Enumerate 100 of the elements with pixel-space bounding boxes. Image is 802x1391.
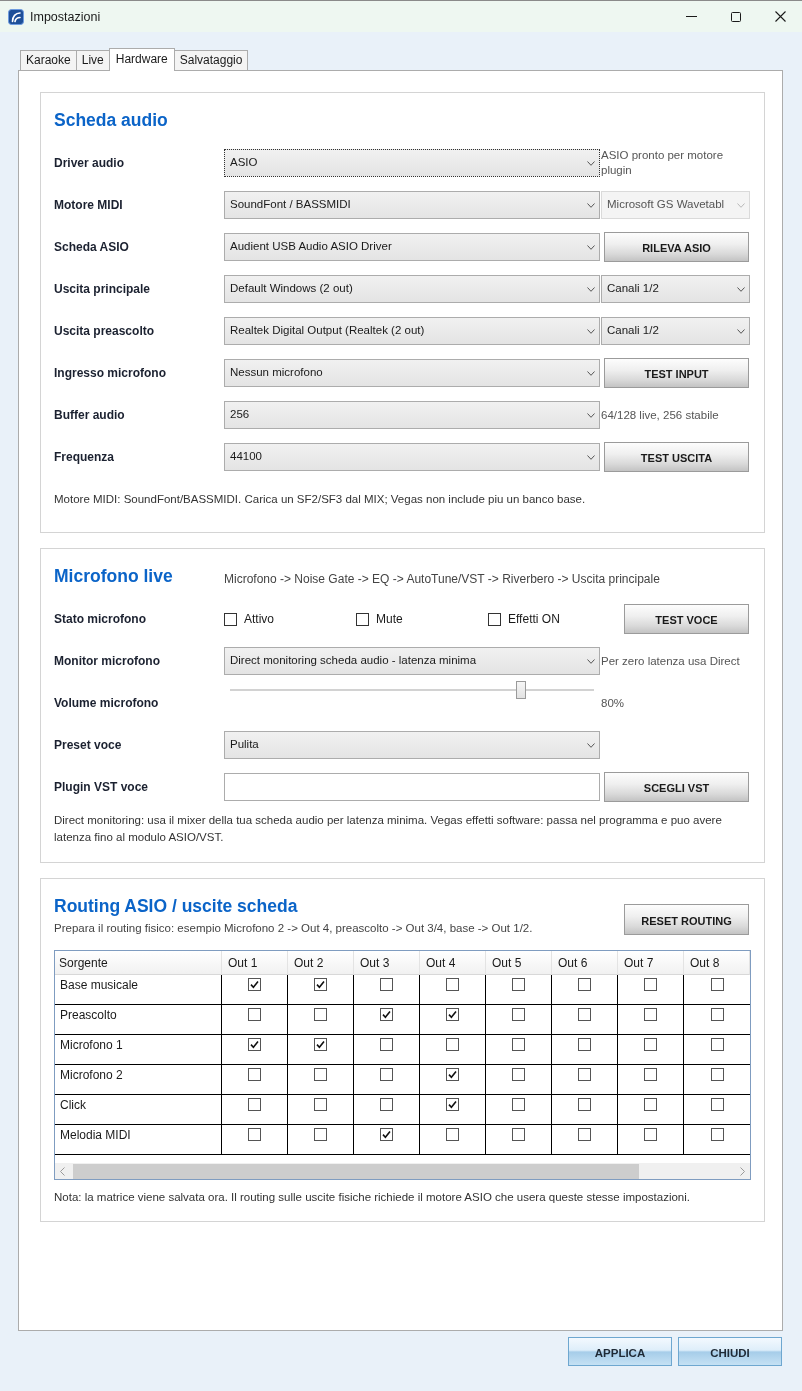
checkbox[interactable] [710, 978, 724, 991]
chevron-down-icon [737, 202, 745, 208]
checkbox[interactable] [644, 1068, 657, 1081]
checkbox[interactable] [314, 1128, 327, 1141]
dropdown[interactable]: Canali 1/2 [601, 275, 750, 303]
checkbox[interactable] [578, 1068, 591, 1081]
slider-thumb[interactable] [516, 681, 527, 699]
action-button[interactable]: SCEGLI VST [604, 772, 749, 802]
action-button[interactable]: TEST USCITA [604, 442, 749, 472]
checkbox[interactable] [710, 1068, 724, 1081]
checkbox[interactable] [446, 1008, 459, 1021]
chevron-down-icon [587, 202, 595, 208]
input-field[interactable] [224, 773, 600, 801]
column-header: Out 5 [486, 951, 552, 975]
chevron-down-icon [587, 160, 595, 166]
dialog-button[interactable]: APPLICA [568, 1337, 672, 1366]
checkbox-label[interactable]: Mute [376, 612, 403, 626]
checkbox[interactable] [578, 1038, 591, 1051]
checkbox[interactable] [224, 612, 237, 626]
info-text: Motore MIDI: SoundFont/BASSMIDI. Carica un SF2/SF3 dal MIX; Vegas non include piu un banco base. [54, 492, 586, 507]
hint-text: ASIO pronto per motore plugin [600, 148, 725, 178]
dropdown[interactable]: Realtek Digital Output (Realtek (2 out) [224, 317, 600, 345]
checkbox[interactable] [512, 1128, 525, 1141]
field-label: Ingresso microfono [54, 366, 166, 380]
field-label: Driver audio [54, 156, 125, 170]
checkbox[interactable] [578, 978, 591, 991]
checkbox[interactable] [248, 1038, 261, 1051]
checkbox-label[interactable]: Attivo [244, 612, 274, 626]
checkbox[interactable] [380, 978, 393, 991]
tab[interactable]: Karaoke [20, 50, 77, 70]
action-button[interactable]: TEST VOCE [624, 604, 749, 634]
dropdown[interactable]: Pulita [224, 731, 600, 759]
dropdown[interactable]: 44100 [224, 443, 600, 471]
close-icon[interactable] [775, 11, 786, 22]
column-header: Out 1 [222, 951, 288, 975]
checkbox[interactable] [578, 1008, 591, 1021]
checkbox[interactable] [710, 1128, 724, 1141]
checkbox[interactable] [248, 1128, 261, 1141]
checkbox[interactable] [380, 1128, 393, 1141]
checkbox[interactable] [314, 1038, 327, 1051]
scrollbar-thumb[interactable] [73, 1163, 639, 1179]
chevron-down-icon [737, 328, 745, 334]
checkbox[interactable] [380, 1008, 393, 1021]
checkbox[interactable] [380, 1068, 393, 1081]
maximize-icon[interactable] [731, 11, 741, 22]
column-header: Out 4 [420, 951, 486, 975]
checkbox[interactable] [314, 1008, 327, 1021]
dropdown[interactable]: 256 [224, 401, 600, 429]
checkbox[interactable] [248, 1068, 261, 1081]
checkbox-label[interactable]: Effetti ON [508, 612, 560, 626]
checkbox[interactable] [380, 1098, 393, 1111]
checkbox[interactable] [710, 1098, 724, 1111]
checkbox[interactable] [446, 1098, 459, 1111]
app-logo-icon [8, 8, 24, 25]
checkbox[interactable] [314, 978, 327, 991]
checkbox[interactable] [248, 978, 261, 991]
tab[interactable]: Live [75, 50, 110, 70]
checkbox[interactable] [380, 1038, 393, 1051]
hint-text: Per zero latenza usa Direct [600, 653, 740, 669]
checkbox[interactable] [710, 1008, 724, 1021]
reset-routing-button[interactable]: RESET ROUTING [624, 904, 749, 935]
tab[interactable]: Salvataggio [173, 50, 249, 70]
dropdown[interactable]: Canali 1/2 [601, 317, 750, 345]
dialog-button[interactable]: CHIUDI [678, 1337, 782, 1366]
checkbox[interactable] [248, 1098, 261, 1111]
checkbox[interactable] [644, 1038, 657, 1051]
checkbox[interactable] [512, 1008, 525, 1021]
checkbox[interactable] [644, 978, 657, 991]
checkbox[interactable] [710, 1038, 724, 1051]
checkbox[interactable] [512, 1068, 525, 1081]
checkbox[interactable] [578, 1098, 591, 1111]
checkbox[interactable] [488, 612, 501, 626]
action-button[interactable]: RILEVA ASIO [604, 232, 749, 262]
checkbox[interactable] [248, 1008, 261, 1021]
dropdown[interactable]: SoundFont / BASSMIDI [224, 191, 600, 219]
dropdown[interactable]: Default Windows (2 out) [224, 275, 600, 303]
checkbox[interactable] [512, 978, 525, 991]
field-label: Motore MIDI [54, 198, 123, 212]
checkbox[interactable] [446, 1038, 459, 1051]
checkbox[interactable] [314, 1098, 327, 1111]
tab[interactable]: Hardware [108, 48, 175, 71]
dropdown[interactable]: ASIO [224, 149, 600, 177]
column-header: Out 2 [288, 951, 354, 975]
chevron-down-icon [587, 370, 595, 376]
checkbox[interactable] [446, 1128, 459, 1141]
checkbox[interactable] [578, 1128, 591, 1141]
checkbox[interactable] [644, 1098, 657, 1111]
chevron-down-icon [587, 454, 595, 460]
action-button[interactable]: TEST INPUT [604, 358, 749, 388]
dropdown[interactable]: Nessun microfono [224, 359, 600, 387]
checkbox[interactable] [512, 1098, 525, 1111]
checkbox[interactable] [446, 1068, 459, 1081]
checkbox[interactable] [644, 1128, 657, 1141]
checkbox[interactable] [356, 612, 369, 626]
dropdown[interactable]: Direct monitoring scheda audio - latenza minima [224, 647, 600, 675]
checkbox[interactable] [314, 1068, 327, 1081]
checkbox[interactable] [512, 1038, 525, 1051]
checkbox[interactable] [644, 1008, 657, 1021]
checkbox[interactable] [446, 978, 459, 991]
dropdown[interactable]: Audient USB Audio ASIO Driver [224, 233, 600, 261]
